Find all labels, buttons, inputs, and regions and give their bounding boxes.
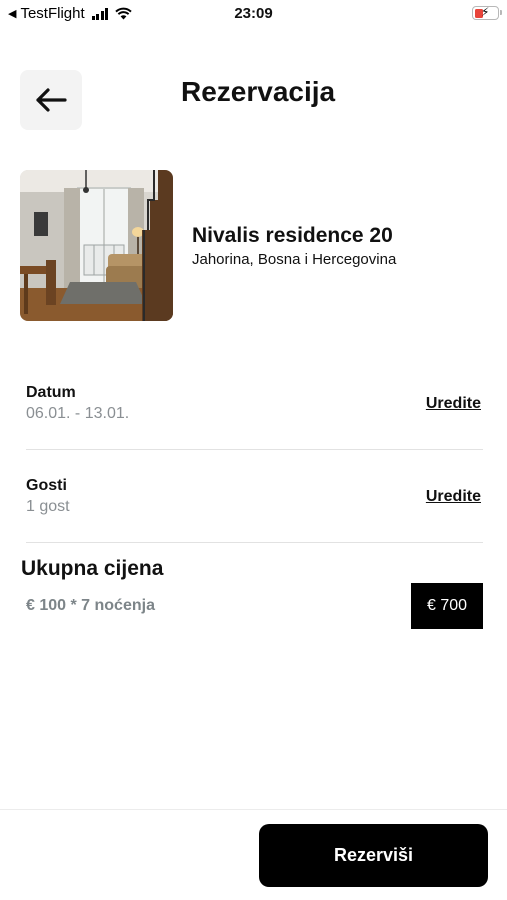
total-price-title: Ukupna cijena [21, 557, 164, 580]
divider [26, 542, 483, 543]
price-breakdown: € 100 * 7 noćenja [26, 597, 155, 614]
reserve-button[interactable]: Rezerviši [259, 824, 488, 887]
bottom-bar-divider [0, 809, 507, 810]
status-bar: ◀ TestFlight 23:09 ⚡ [0, 0, 507, 28]
guests-value: 1 gost [26, 498, 70, 515]
battery-icon: ⚡ [472, 5, 502, 20]
apartment-interior-image [20, 170, 173, 321]
back-button[interactable] [20, 70, 82, 130]
total-price-badge: € 700 [411, 583, 483, 629]
charging-bolt-icon: ⚡ [481, 5, 490, 19]
property-name: Nivalis residence 20 [192, 224, 393, 247]
status-time: 23:09 [234, 5, 273, 22]
edit-guests-link[interactable]: Uredite [426, 488, 481, 506]
date-value: 06.01. - 13.01. [26, 405, 130, 422]
edit-date-link[interactable]: Uredite [426, 395, 481, 413]
date-label: Datum [26, 384, 76, 401]
property-photo[interactable] [20, 170, 173, 321]
guests-label: Gosti [26, 477, 67, 494]
property-location: Jahorina, Bosna i Hercegovina [192, 251, 397, 268]
divider [26, 449, 483, 450]
page-title: Rezervacija [181, 76, 336, 107]
arrow-left-icon [36, 88, 67, 112]
